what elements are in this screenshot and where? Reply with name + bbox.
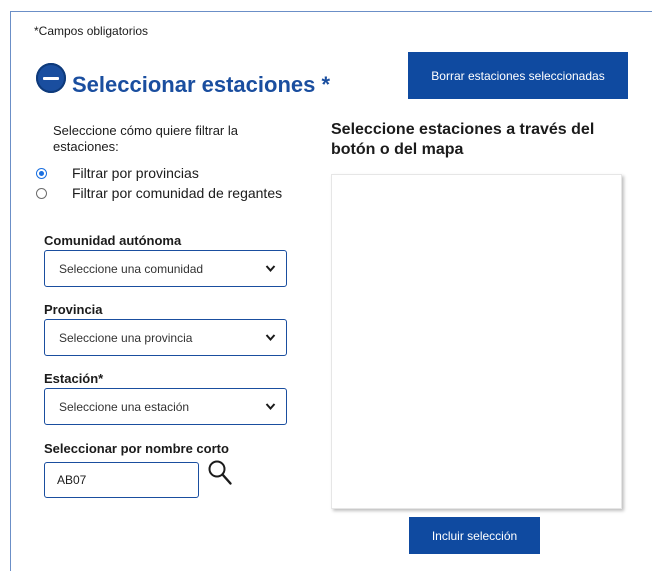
map-heading: Seleccione estaciones a través del botón…	[331, 121, 595, 158]
chevron-down-icon	[265, 265, 276, 273]
estacion-select-value: Seleccione una estación	[59, 399, 190, 414]
radio-button-unchecked[interactable]	[36, 187, 47, 199]
comunidad-label: Comunidad autónoma	[44, 233, 182, 248]
clear-selected-stations-button[interactable]: Borrar estaciones seleccionadas	[408, 52, 628, 99]
radio-button-checked[interactable]	[36, 167, 47, 179]
comunidad-select-value: Seleccione una comunidad	[59, 261, 204, 276]
estacion-label: Estación*	[44, 371, 104, 386]
required-fields-note: *Campos obligatorios	[34, 24, 149, 38]
section-header: Seleccionar estaciones *	[36, 58, 330, 98]
chevron-down-icon	[265, 334, 276, 342]
estacion-select[interactable]: Seleccione una estación	[44, 388, 287, 425]
panel-border-top	[10, 11, 652, 12]
filter-prompt: Seleccione cómo quiere filtrar la estaci…	[53, 123, 238, 154]
station-map[interactable]	[331, 174, 622, 509]
nombre-corto-label: Seleccionar por nombre corto	[44, 441, 229, 456]
collapse-button[interactable]	[36, 63, 66, 93]
provincia-label: Provincia	[44, 302, 103, 317]
panel-border-left	[10, 11, 11, 571]
collapse-minus-icon	[43, 76, 59, 80]
provincia-select-value: Seleccione una provincia	[59, 330, 193, 345]
search-icon[interactable]	[207, 459, 233, 487]
radio-filter-provincias[interactable]: Filtrar por provincias	[36, 165, 199, 181]
section-title: Seleccionar estaciones *	[72, 72, 331, 97]
include-selection-button[interactable]: Incluir selección	[409, 517, 540, 554]
comunidad-select[interactable]: Seleccione una comunidad	[44, 250, 287, 287]
radio-label-comunidad-regantes: Filtrar por comunidad de regantes	[72, 185, 283, 201]
nombre-corto-input[interactable]	[44, 462, 199, 498]
radio-label-provincias: Filtrar por provincias	[72, 165, 199, 181]
provincia-select[interactable]: Seleccione una provincia	[44, 319, 287, 356]
chevron-down-icon	[265, 403, 276, 411]
radio-filter-comunidad-regantes[interactable]: Filtrar por comunidad de regantes	[36, 185, 282, 201]
